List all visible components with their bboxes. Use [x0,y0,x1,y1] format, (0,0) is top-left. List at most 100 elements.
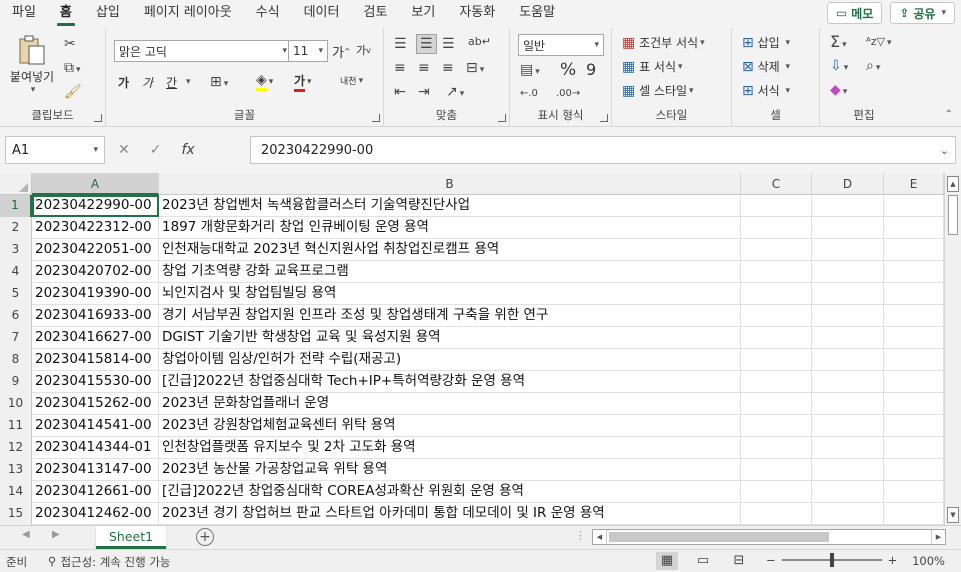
underline-button[interactable]: 간 [166,74,177,91]
font-name-select[interactable]: 맑은 고딕 ▾ [114,40,292,62]
align-bottom-icon[interactable]: ☰ [442,36,455,52]
cell-a[interactable]: 20230413147-00 [32,459,159,481]
cell-b[interactable]: 2023년 문화창업플래너 운영 [159,393,741,415]
cell-d[interactable] [812,503,884,525]
cell-e[interactable] [884,349,944,371]
page-layout-icon[interactable]: ▭ [692,552,714,570]
cell-e[interactable] [884,415,944,437]
zoom-slider[interactable]: − + [766,553,897,567]
horizontal-scrollbar[interactable]: ◀ ▶ [592,529,946,545]
cell-c[interactable] [741,261,812,283]
format-table-button[interactable]: ▦ 표 서식 ▾ [622,58,683,75]
cell-a[interactable]: 20230416627-00 [32,327,159,349]
cell-c[interactable] [741,459,812,481]
cell-b[interactable]: 2023년 경기 창업허브 판교 스타트업 아카데미 통합 데모데이 및 IR … [159,503,741,525]
scroll-right-icon[interactable]: ▶ [931,530,945,544]
row-header[interactable]: 4 [0,261,32,283]
align-left-icon[interactable]: ≡ [394,60,406,76]
launcher-icon[interactable] [498,114,506,122]
autosum-icon[interactable]: Σ ▾ [830,34,847,53]
cell-d[interactable] [812,195,884,217]
cell-c[interactable] [741,415,812,437]
format-cells-button[interactable]: ⊞ 서식 ▾ [742,82,790,99]
orientation-icon[interactable]: ↗ ▾ [446,84,464,102]
scroll-up-icon[interactable]: ▲ [947,176,959,192]
cell-d[interactable] [812,239,884,261]
accounting-icon[interactable]: ▤ ▾ [520,62,540,80]
cell-e[interactable] [884,239,944,261]
increase-decimal-icon[interactable]: ←.0 [520,86,538,102]
insert-cells-button[interactable]: ⊞ 삽입 ▾ [742,34,790,51]
cell-e[interactable] [884,481,944,503]
percent-button[interactable]: % [560,60,576,80]
cell-a[interactable]: 20230412661-00 [32,481,159,503]
cell-c[interactable] [741,283,812,305]
cell-a[interactable]: 20230412462-00 [32,503,159,525]
align-right-icon[interactable]: ≡ [442,60,454,76]
find-select-icon[interactable]: ⌕ ▾ [866,58,880,76]
cell-b[interactable]: 1897 개항문화거리 창업 인큐베이팅 운영 용역 [159,217,741,239]
column-header-b[interactable]: B [159,173,741,195]
cell-c[interactable] [741,327,812,349]
cell-a[interactable]: 20230414541-00 [32,415,159,437]
font-size-select[interactable]: 11 ▾ [288,40,328,62]
copy-icon[interactable]: ⧉ ▾ [64,60,81,78]
row-header[interactable]: 12 [0,437,32,459]
cell-d[interactable] [812,327,884,349]
select-all-button[interactable] [0,173,32,195]
cell-e[interactable] [884,283,944,305]
row-header[interactable]: 10 [0,393,32,415]
accessibility-status[interactable]: ⚲ 접근성: 계속 진행 가능 [48,554,171,570]
cell-b[interactable]: 2023년 창업벤처 녹색융합클러스터 기술역량진단사업 [159,195,741,217]
sheet-tab[interactable]: Sheet1 [96,526,166,549]
insert-function-button[interactable]: fx [181,142,194,158]
row-header[interactable]: 5 [0,283,32,305]
cell-b[interactable]: 창업 기초역량 강화 교육프로그램 [159,261,741,283]
cell-e[interactable] [884,371,944,393]
number-format-select[interactable]: 일반 ▾ [518,34,604,56]
cell-c[interactable] [741,239,812,261]
cell-d[interactable] [812,459,884,481]
cell-c[interactable] [741,437,812,459]
cell-b[interactable]: 인천재능대학교 2023년 혁신지원사업 취창업진로캠프 용역 [159,239,741,261]
menu-tab[interactable]: 수식 [244,0,292,28]
cell-c[interactable] [741,217,812,239]
cell-c[interactable] [741,195,812,217]
cell-c[interactable] [741,305,812,327]
row-header[interactable]: 2 [0,217,32,239]
fill-icon[interactable]: ⇩ ▾ [830,58,848,76]
row-header[interactable]: 3 [0,239,32,261]
launcher-icon[interactable] [600,114,608,122]
column-header-c[interactable]: C [741,173,812,195]
cell-e[interactable] [884,327,944,349]
cell-a[interactable]: 20230416933-00 [32,305,159,327]
cell-a[interactable]: 20230422051-00 [32,239,159,261]
cell-b[interactable]: 뇌인지검사 및 창업팀빌딩 용역 [159,283,741,305]
row-header[interactable]: 14 [0,481,32,503]
menu-tab[interactable]: 도움말 [507,0,567,28]
font-color-button[interactable]: 가 ▾ [294,72,312,92]
align-top-icon[interactable]: ☰ [394,36,407,52]
expand-formula-icon[interactable]: ⌄ [940,144,949,157]
cell-a[interactable]: 20230420702-00 [32,261,159,283]
italic-button[interactable]: 가 [142,74,153,91]
menu-tab[interactable]: 데이터 [292,0,352,28]
cell-b[interactable]: [긴급]2022년 창업중심대학 COREA성과확산 위원회 운영 용역 [159,481,741,503]
scroll-left-icon[interactable]: ◀ [593,530,607,544]
cell-d[interactable] [812,261,884,283]
share-button[interactable]: ⇪ 공유 ▾ [890,2,955,24]
collapse-ribbon-icon[interactable]: ⌃ [945,109,953,120]
scroll-down-icon[interactable]: ▼ [947,507,959,523]
grow-font-button[interactable]: 가 ^ [332,42,351,61]
borders-icon[interactable]: ⊞ ▾ [210,74,228,92]
cell-b[interactable]: [긴급]2022년 창업중심대학 Tech+IP+특허역량강화 운영 용역 [159,371,741,393]
next-sheet-icon[interactable]: ▶ [52,529,60,540]
bold-button[interactable]: 가 [118,74,129,91]
row-header[interactable]: 8 [0,349,32,371]
menu-tab[interactable]: 검토 [351,0,399,28]
zoom-out-icon[interactable]: − [766,553,776,567]
cell-e[interactable] [884,503,944,525]
format-painter-icon[interactable]: 🖌 [64,84,82,100]
menu-tab[interactable]: 홈 [48,0,84,28]
vertical-scrollbar[interactable]: ▲ ▼ [944,173,961,525]
